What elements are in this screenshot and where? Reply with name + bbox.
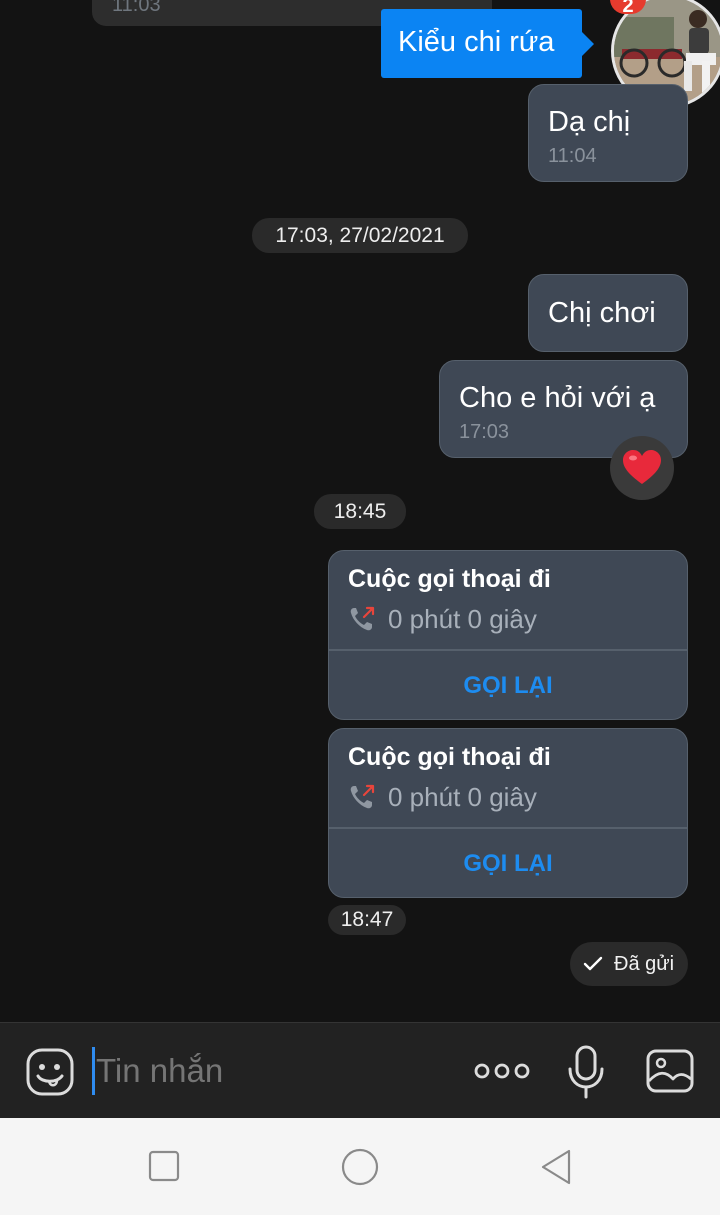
conversation-area: 11:03 Kiểu chi rứa 2 Dạ chị 11:04 17:03,… xyxy=(0,0,720,1022)
message-time: 11:04 xyxy=(548,145,597,167)
chat-head-popup[interactable]: Kiểu chi rứa xyxy=(381,9,582,78)
home-icon[interactable] xyxy=(341,1148,379,1186)
microphone-icon[interactable] xyxy=(566,1045,606,1099)
call-info-row: 0 phút 0 giây xyxy=(348,603,537,635)
call-info-row: 0 phút 0 giây xyxy=(348,781,537,813)
call-title: Cuộc gọi thoại đi xyxy=(348,743,551,771)
message-bubble-chi-choi[interactable]: Chị chơi xyxy=(528,274,688,352)
message-text: Dạ chị xyxy=(548,106,631,138)
message-composer xyxy=(0,1022,720,1118)
message-time: 11:03 xyxy=(112,0,161,16)
time-divider: 18:45 xyxy=(314,494,406,529)
call-title: Cuộc gọi thoại đi xyxy=(348,565,551,593)
check-icon xyxy=(583,956,603,971)
call-card: Cuộc gọi thoại đi 0 phút 0 giây GỌI LẠI xyxy=(328,728,688,898)
sent-status-badge: Đã gửi xyxy=(570,942,688,986)
popup-pointer xyxy=(581,31,594,57)
more-icon[interactable] xyxy=(474,1059,530,1083)
call-back-button[interactable]: GỌI LẠI xyxy=(329,829,687,897)
call-card: Cuộc gọi thoại đi 0 phút 0 giây GỌI LẠI xyxy=(328,550,688,720)
call-duration: 0 phút 0 giây xyxy=(388,781,537,812)
text-cursor xyxy=(92,1047,95,1095)
message-text: Chị chơi xyxy=(548,297,656,329)
call-duration: 0 phút 0 giây xyxy=(388,603,537,634)
message-input[interactable] xyxy=(96,1043,456,1099)
outgoing-call-icon xyxy=(350,784,375,809)
sticker-icon[interactable] xyxy=(25,1047,75,1097)
outgoing-call-icon xyxy=(350,606,375,631)
message-text: Cho e hỏi với ạ xyxy=(459,382,656,414)
image-icon[interactable] xyxy=(646,1049,694,1093)
reaction-badge[interactable] xyxy=(610,436,674,500)
heart-reaction-icon xyxy=(623,450,661,484)
call-back-button[interactable]: GỌI LẠI xyxy=(329,651,687,719)
back-icon[interactable] xyxy=(540,1148,572,1186)
sent-status-text: Đã gửi xyxy=(614,953,675,975)
system-navigation-bar xyxy=(0,1118,720,1215)
recent-apps-icon[interactable] xyxy=(148,1150,180,1182)
popup-message-text: Kiểu chi rứa xyxy=(398,26,555,58)
date-divider: 17:03, 27/02/2021 xyxy=(252,218,468,253)
time-divider: 18:47 xyxy=(328,905,406,935)
message-bubble-da-chi[interactable]: Dạ chị 11:04 xyxy=(528,84,688,182)
